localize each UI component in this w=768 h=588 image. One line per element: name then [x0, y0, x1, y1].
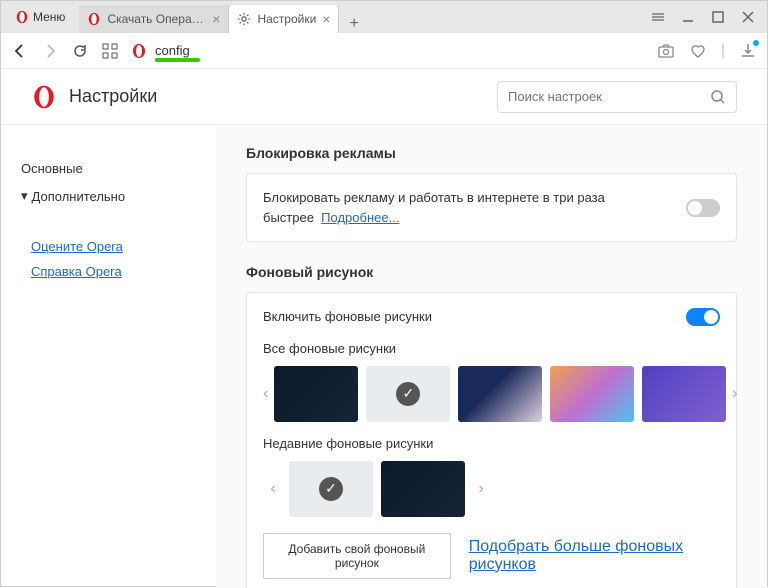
wallpaper-thumb[interactable] [274, 366, 358, 422]
learn-more-link[interactable]: Подробнее... [321, 210, 399, 225]
sidebar-item-advanced[interactable]: ▾ Дополнительно [21, 182, 196, 210]
highlight-marker [155, 58, 200, 62]
tab-strip: Скачать Опера для компь × Настройки × + [79, 1, 368, 33]
heart-icon[interactable] [689, 42, 707, 60]
adblock-text: Блокировать рекламу и работать в интерне… [263, 188, 674, 227]
close-icon[interactable]: × [212, 11, 220, 27]
recent-wallpapers-carousel: ‹ ✓ › [263, 461, 720, 517]
recent-wallpapers-label: Недавние фоновые рисунки [263, 436, 720, 451]
sidebar-link-help[interactable]: Справка Opera [31, 259, 196, 284]
snapshot-icon[interactable] [657, 42, 675, 60]
carousel-prev[interactable]: ‹ [263, 461, 283, 517]
more-wallpapers-link[interactable]: Подобрать больше фоновых рисунков [469, 538, 720, 574]
opera-icon [87, 12, 101, 26]
chevron-down-icon: ▾ [21, 188, 28, 204]
check-icon: ✓ [319, 477, 343, 501]
page-title: Настройки [31, 84, 157, 110]
opera-icon [15, 10, 29, 24]
new-tab-button[interactable]: + [339, 15, 368, 33]
forward-button[interactable] [41, 42, 59, 60]
add-wallpaper-button[interactable]: Добавить свой фоновый рисунок [263, 533, 451, 579]
opera-icon [131, 43, 147, 59]
carousel-prev[interactable]: ‹ [263, 366, 268, 422]
wallpaper-thumb[interactable] [458, 366, 542, 422]
section-title-adblock: Блокировка рекламы [246, 145, 737, 161]
all-wallpapers-carousel: ‹ ✓ › [263, 366, 720, 422]
back-button[interactable] [11, 42, 29, 60]
address-text: config [155, 43, 190, 58]
tab-label: Скачать Опера для компь [107, 12, 206, 26]
wallpaper-thumb[interactable] [642, 366, 726, 422]
adblock-toggle[interactable] [686, 199, 720, 217]
close-button[interactable] [741, 10, 755, 24]
reload-button[interactable] [71, 42, 89, 60]
sidebar-link-rate[interactable]: Оцените Opera [31, 234, 196, 259]
settings-header: Настройки [1, 69, 767, 125]
wallpaper-thumb[interactable] [550, 366, 634, 422]
sidebar: Основные ▾ Дополнительно Оцените Opera С… [1, 125, 216, 588]
carousel-next[interactable]: › [471, 461, 491, 517]
search-icon [710, 89, 726, 105]
wallpaper-toggle[interactable] [686, 308, 720, 326]
wallpaper-thumb[interactable] [381, 461, 465, 517]
search-input[interactable] [508, 89, 710, 104]
toolbar: config | [1, 33, 767, 69]
downloads-icon[interactable] [739, 42, 757, 60]
easy-setup-icon[interactable] [651, 10, 665, 24]
speed-dial-button[interactable] [101, 42, 119, 60]
check-icon: ✓ [396, 382, 420, 406]
toolbar-right: | [657, 42, 757, 60]
opera-icon [31, 84, 57, 110]
wallpaper-thumb[interactable]: ✓ [289, 461, 373, 517]
close-icon[interactable]: × [322, 11, 330, 27]
minimize-button[interactable] [681, 10, 695, 24]
menu-button[interactable]: Меню [5, 6, 75, 28]
section-title-wallpaper: Фоновый рисунок [246, 264, 737, 280]
wallpaper-thumb[interactable]: ✓ [366, 366, 450, 422]
tab-label: Настройки [257, 12, 316, 26]
wallpaper-enable-label: Включить фоновые рисунки [263, 307, 432, 327]
sidebar-item-basic[interactable]: Основные [21, 155, 196, 182]
main-panel: Блокировка рекламы Блокировать рекламу и… [216, 125, 767, 588]
window-controls [651, 10, 763, 24]
address-bar[interactable]: config [131, 43, 645, 59]
adblock-card: Блокировать рекламу и работать в интерне… [246, 173, 737, 242]
all-wallpapers-label: Все фоновые рисунки [263, 341, 720, 356]
settings-search[interactable] [497, 81, 737, 113]
content-area: Основные ▾ Дополнительно Оцените Opera С… [1, 125, 767, 588]
tab-settings[interactable]: Настройки × [229, 5, 339, 33]
maximize-button[interactable] [711, 10, 725, 24]
carousel-next[interactable]: › [732, 366, 737, 422]
gear-icon [237, 12, 251, 26]
menu-label: Меню [33, 10, 65, 24]
wallpaper-card: Включить фоновые рисунки Все фоновые рис… [246, 292, 737, 588]
tab-download-opera[interactable]: Скачать Опера для компь × [79, 5, 229, 33]
titlebar: Меню Скачать Опера для компь × Настройки… [1, 1, 767, 33]
